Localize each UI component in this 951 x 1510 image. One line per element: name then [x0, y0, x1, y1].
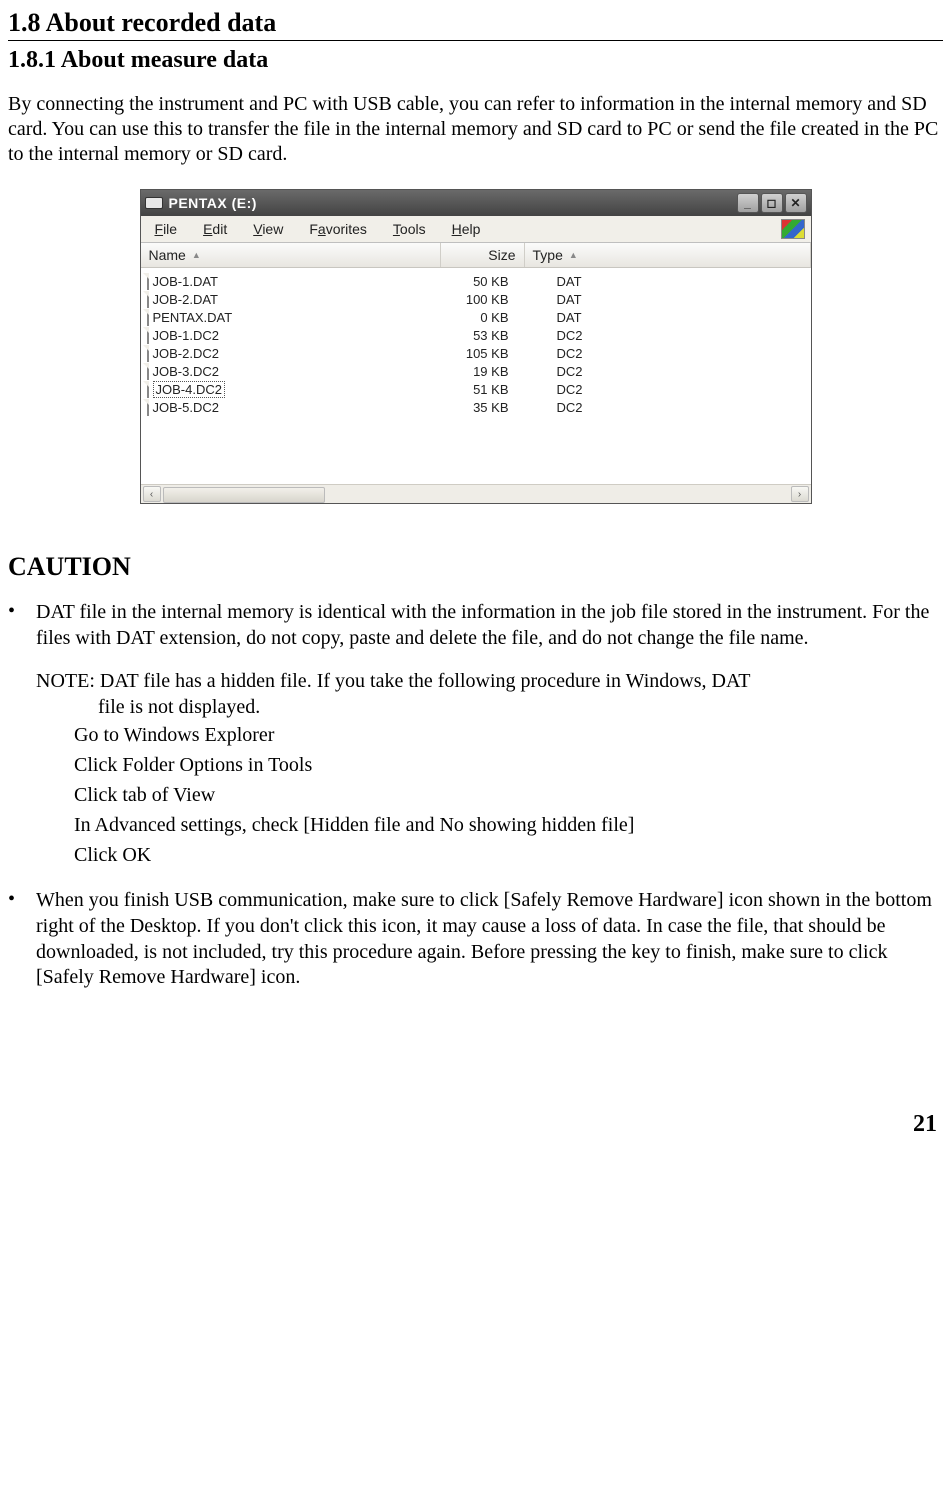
menu-file[interactable]: File	[155, 221, 178, 237]
file-type: DC2	[517, 382, 583, 397]
note-line: NOTE: DAT file has a hidden file. If you…	[36, 669, 943, 695]
menu-bar: File Edit View Favorites Tools Help	[141, 216, 811, 243]
file-size: 35 KB	[425, 400, 517, 415]
file-size: 50 KB	[425, 274, 517, 289]
section-number: 1.8	[8, 8, 41, 37]
file-name: JOB-2.DAT	[153, 292, 219, 307]
file-type: DAT	[517, 292, 582, 307]
note-step: In Advanced settings, check [Hidden file…	[74, 810, 943, 840]
maximize-button[interactable]: ◻	[761, 193, 783, 213]
scroll-track[interactable]	[163, 487, 789, 501]
drive-icon	[145, 197, 163, 209]
file-name: JOB-4.DC2	[153, 381, 225, 398]
file-row[interactable]: JOB-2.DC2 105 KBDC2	[147, 344, 811, 362]
file-type: DC2	[517, 328, 583, 343]
menu-favorites[interactable]: Favorites	[309, 221, 367, 237]
file-row[interactable]: JOB-5.DC2 35 KBDC2	[147, 398, 811, 416]
file-icon	[147, 381, 149, 398]
page-number: 21	[8, 1111, 937, 1138]
bullet-item: • DAT file in the internal memory is ide…	[8, 600, 943, 870]
file-row[interactable]: PENTAX.DAT 0 KBDAT	[147, 308, 811, 326]
file-name: JOB-3.DC2	[153, 364, 219, 379]
minimize-button[interactable]: _	[737, 193, 759, 213]
window-titlebar[interactable]: PENTAX (E:) _ ◻ ✕	[141, 190, 811, 216]
note-step: Go to Windows Explorer	[74, 720, 943, 750]
file-row[interactable]: JOB-4.DC2 51 KBDC2	[147, 380, 811, 398]
section-text: About recorded data	[46, 8, 277, 37]
file-icon	[147, 327, 149, 344]
file-icon	[147, 291, 149, 308]
file-icon	[147, 399, 149, 416]
file-size: 53 KB	[425, 328, 517, 343]
file-type: DC2	[517, 364, 583, 379]
column-type[interactable]: Type ▲	[525, 243, 811, 267]
bullet-marker: •	[8, 600, 36, 870]
file-name: JOB-5.DC2	[153, 400, 219, 415]
subsection-text: About measure data	[61, 47, 269, 73]
file-name: JOB-2.DC2	[153, 346, 219, 361]
bullet-text: DAT file in the internal memory is ident…	[36, 601, 929, 649]
file-row[interactable]: JOB-3.DC2 19 KBDC2	[147, 362, 811, 380]
menu-view[interactable]: View	[253, 221, 283, 237]
bullet-item: • When you finish USB communication, mak…	[8, 888, 943, 990]
file-icon	[147, 345, 149, 362]
note-step: Click tab of View	[74, 780, 943, 810]
menu-tools[interactable]: Tools	[393, 221, 426, 237]
file-type: DAT	[517, 310, 582, 325]
file-icon	[147, 363, 149, 380]
intro-paragraph: By connecting the instrument and PC with…	[8, 92, 943, 167]
file-name: JOB-1.DC2	[153, 328, 219, 343]
scroll-right-button[interactable]: ›	[791, 486, 809, 502]
section-title: 1.8 About recorded data	[8, 8, 943, 41]
file-icon	[147, 273, 149, 290]
window-title: PENTAX (E:)	[169, 195, 737, 211]
file-name: JOB-1.DAT	[153, 274, 219, 289]
column-headers: Name ▲ Size Type ▲	[141, 243, 811, 268]
file-size: 0 KB	[425, 310, 517, 325]
scroll-left-button[interactable]: ‹	[143, 486, 161, 502]
file-size: 105 KB	[425, 346, 517, 361]
note-line: file is not displayed.	[98, 695, 943, 721]
file-size: 19 KB	[425, 364, 517, 379]
file-icon	[147, 309, 149, 326]
file-type: DC2	[517, 346, 583, 361]
file-row[interactable]: JOB-2.DAT 100 KBDAT	[147, 290, 811, 308]
column-name[interactable]: Name ▲	[141, 243, 441, 267]
sort-arrow-icon: ▲	[192, 250, 201, 260]
column-size[interactable]: Size	[441, 243, 525, 267]
subsection-title: 1.8.1 About measure data	[8, 47, 943, 74]
scroll-thumb[interactable]	[163, 487, 325, 503]
file-explorer-window: PENTAX (E:) _ ◻ ✕ File Edit View Favorit…	[140, 189, 812, 504]
note-step: Click Folder Options in Tools	[74, 750, 943, 780]
note-step: Click OK	[74, 840, 943, 870]
sort-arrow-icon: ▲	[569, 250, 578, 260]
close-button[interactable]: ✕	[785, 193, 807, 213]
horizontal-scrollbar[interactable]: ‹ ›	[141, 484, 811, 503]
file-size: 51 KB	[425, 382, 517, 397]
file-type: DAT	[517, 274, 582, 289]
file-name: PENTAX.DAT	[153, 310, 233, 325]
file-row[interactable]: JOB-1.DAT 50 KBDAT	[147, 272, 811, 290]
menu-edit[interactable]: Edit	[203, 221, 227, 237]
caution-heading: CAUTION	[8, 552, 943, 582]
bullet-marker: •	[8, 888, 36, 990]
file-type: DC2	[517, 400, 583, 415]
bullet-text: When you finish USB communication, make …	[36, 888, 943, 990]
windows-flag-icon	[781, 219, 805, 239]
file-list: JOB-1.DAT50 KBDATJOB-2.DAT100 KBDATPENTA…	[141, 268, 811, 484]
file-row[interactable]: JOB-1.DC2 53 KBDC2	[147, 326, 811, 344]
menu-help[interactable]: Help	[452, 221, 481, 237]
subsection-number: 1.8.1	[8, 47, 56, 73]
file-size: 100 KB	[425, 292, 517, 307]
